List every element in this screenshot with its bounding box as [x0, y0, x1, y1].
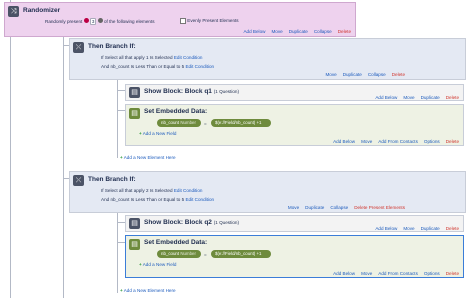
- add-below-button[interactable]: Add Below: [333, 271, 355, 276]
- collapse-button[interactable]: Collapse: [314, 29, 332, 34]
- branch-title: Then Branch If:: [88, 176, 136, 183]
- connector-line: [117, 242, 125, 243]
- show-block: ▤ Show Block: Block q2 (1 Question) Add …: [125, 215, 464, 232]
- edit-condition-link[interactable]: Edit Condition: [185, 197, 214, 202]
- delete-button[interactable]: Delete: [446, 271, 459, 276]
- duplicate-button[interactable]: Duplicate: [421, 95, 440, 100]
- collapse-button[interactable]: Collapse: [368, 72, 386, 77]
- edit-condition-link[interactable]: Edit Condition: [174, 55, 203, 60]
- randomizer-title: Randomizer: [23, 7, 61, 14]
- add-new-field-link[interactable]: + Add a New Field: [139, 262, 176, 267]
- connector-line: [117, 213, 118, 293]
- plus-icon: +: [120, 155, 123, 160]
- delete-button[interactable]: Delete: [338, 29, 351, 34]
- delete-button[interactable]: Delete: [446, 139, 459, 144]
- duplicate-button[interactable]: Duplicate: [289, 29, 308, 34]
- embedded-actions: Add Below Move Add From Contacts Options…: [333, 271, 459, 276]
- add-below-button[interactable]: Add Below: [375, 95, 397, 100]
- equals-sign: =: [204, 121, 207, 126]
- equals-sign: =: [204, 252, 207, 257]
- plus-icon: +: [139, 262, 142, 267]
- evenly-present-checkbox[interactable]: [180, 18, 186, 24]
- plus-icon[interactable]: [97, 18, 103, 23]
- show-block-actions: Add Below Move Duplicate Delete: [375, 226, 459, 231]
- embedded-field-pill[interactable]: nb_count Number: [157, 250, 201, 258]
- delete-button[interactable]: Delete: [392, 72, 405, 77]
- branch-icon: ⤬: [73, 175, 84, 186]
- move-button[interactable]: Move: [325, 72, 336, 77]
- embedded-value-pill[interactable]: $(e://Field/nb_count) +1: [211, 250, 271, 258]
- options-button[interactable]: Options: [424, 271, 440, 276]
- plus-icon: +: [139, 131, 142, 136]
- move-button[interactable]: Move: [288, 205, 299, 210]
- randomizer-block: ⤨ Randomizer Randomly present 3 of the f…: [4, 2, 356, 37]
- show-block: ▤ Show Block: Block q1 (1 Question) Add …: [125, 84, 464, 101]
- edit-condition-link[interactable]: Edit Condition: [185, 64, 214, 69]
- block-icon: ▤: [129, 87, 140, 98]
- minus-icon[interactable]: [83, 18, 89, 23]
- branch-condition: If Select all that apply 2 Is Selected E…: [101, 188, 203, 193]
- plus-icon: +: [120, 288, 123, 293]
- move-button[interactable]: Move: [361, 271, 372, 276]
- embedded-data-icon: ▤: [129, 108, 140, 119]
- connector-line: [117, 80, 118, 158]
- connector-line: [10, 0, 11, 298]
- add-new-element-link[interactable]: + Add a New Element Here: [120, 155, 176, 160]
- embedded-actions: Add Below Move Add From Contacts Options…: [333, 139, 459, 144]
- embedded-data-block: ▤ Set Embedded Data: nb_count Number = $…: [125, 104, 464, 146]
- embedded-data-title: Set Embedded Data:: [144, 239, 208, 246]
- show-block-title: Show Block: Block q1 (1 Question): [144, 88, 239, 95]
- delete-button[interactable]: Delete: [446, 226, 459, 231]
- move-button[interactable]: Move: [403, 226, 414, 231]
- embedded-field-pill[interactable]: nb_count Number: [157, 119, 201, 127]
- add-below-button[interactable]: Add Below: [375, 226, 397, 231]
- duplicate-button[interactable]: Duplicate: [305, 205, 324, 210]
- connector-line: [63, 36, 64, 298]
- branch-actions: Move Duplicate Collapse Delete Present E…: [288, 205, 405, 210]
- branch-block: ⤬ Then Branch If: If Select all that app…: [69, 171, 466, 213]
- randomizer-actions: Add Below Move Duplicate Collapse Delete: [243, 29, 351, 34]
- evenly-present-option[interactable]: Evenly Present Elements: [180, 18, 239, 24]
- branch-condition: If Select all that apply 1 Is Selected E…: [101, 55, 203, 60]
- move-button[interactable]: Move: [271, 29, 282, 34]
- duplicate-button[interactable]: Duplicate: [421, 226, 440, 231]
- edit-condition-link[interactable]: Edit Condition: [174, 188, 203, 193]
- collapse-button[interactable]: Collapse: [330, 205, 348, 210]
- show-block-title: Show Block: Block q2 (1 Question): [144, 219, 239, 226]
- connector-line: [117, 222, 125, 223]
- block-icon: ▤: [129, 218, 140, 229]
- branch-condition: And nb_count Is Less Than or Equal to 5 …: [101, 197, 215, 202]
- connector-line: [117, 90, 125, 91]
- branch-condition: And nb_count Is Less Than or Equal to 5 …: [101, 64, 215, 69]
- embedded-data-icon: ▤: [129, 239, 140, 250]
- connector-line: [117, 110, 125, 111]
- add-below-button[interactable]: Add Below: [243, 29, 265, 34]
- add-from-contacts-button[interactable]: Add From Contacts: [378, 271, 418, 276]
- show-block-actions: Add Below Move Duplicate Delete: [375, 95, 459, 100]
- embedded-data-title: Set Embedded Data:: [144, 108, 208, 115]
- add-new-field-link[interactable]: + Add a New Field: [139, 131, 176, 136]
- branch-title: Then Branch If:: [88, 43, 136, 50]
- branch-actions: Move Duplicate Collapse Delete: [325, 72, 405, 77]
- move-button[interactable]: Move: [403, 95, 414, 100]
- options-button[interactable]: Options: [424, 139, 440, 144]
- duplicate-button[interactable]: Duplicate: [343, 72, 362, 77]
- embedded-data-block: ▤ Set Embedded Data: nb_count Number = $…: [125, 235, 464, 278]
- delete-button[interactable]: Delete: [446, 95, 459, 100]
- branch-block: ⤬ Then Branch If: If Select all that app…: [69, 38, 466, 80]
- move-button[interactable]: Move: [361, 139, 372, 144]
- delete-button[interactable]: Delete Present Elements: [354, 205, 405, 210]
- count-input[interactable]: 3: [89, 18, 97, 25]
- randomizer-settings: Randomly present 3 of the following elem…: [45, 18, 155, 25]
- add-from-contacts-button[interactable]: Add From Contacts: [378, 139, 418, 144]
- branch-icon: ⤬: [73, 42, 84, 53]
- embedded-value-pill[interactable]: $(e://Field/nb_count) +1: [211, 119, 271, 127]
- add-below-button[interactable]: Add Below: [333, 139, 355, 144]
- shuffle-icon: ⤨: [8, 6, 19, 17]
- add-new-element-link[interactable]: + Add a New Element Here: [120, 288, 176, 293]
